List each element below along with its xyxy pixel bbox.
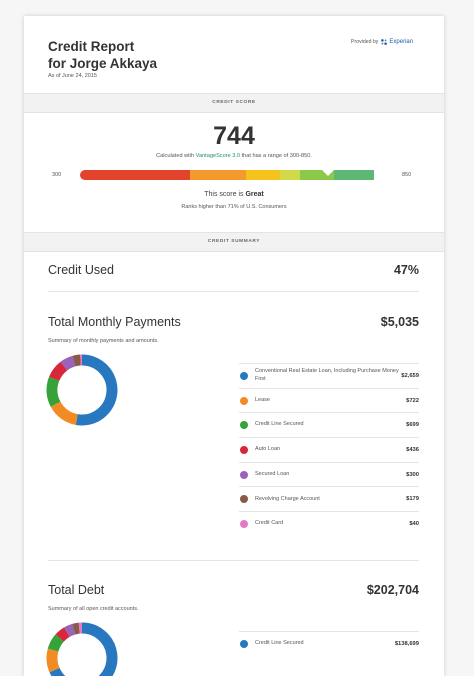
- legend-item-name: Credit Line Secured: [255, 640, 395, 648]
- total-debt-value: $202,704: [367, 583, 419, 597]
- divider: [48, 291, 419, 292]
- total-debt-subtitle: Summary of all open credit accounts.: [48, 606, 139, 612]
- legend-item-value: $179: [406, 496, 419, 502]
- legend-color-dot: [240, 520, 248, 528]
- legend-color-dot: [240, 421, 248, 429]
- donut-slice: [77, 360, 112, 420]
- legend-row: Credit Line Secured$138,699: [239, 631, 419, 656]
- credit-used-label: Credit Used: [48, 263, 114, 277]
- donut-slice: [56, 404, 77, 419]
- credit-summary-band: CREDIT SUMMARY: [24, 232, 444, 252]
- legend-item-name: Credit Line Secured: [255, 421, 406, 429]
- legend-item-value: $300: [406, 472, 419, 478]
- legend-row: Auto Loan$436: [239, 437, 419, 462]
- provided-by: Provided by Experian: [351, 38, 413, 46]
- score-bar-segment: [246, 170, 280, 180]
- experian-logo-icon: [380, 38, 388, 46]
- credit-score-band: CREDIT SCORE: [24, 93, 444, 113]
- donut-slice: [52, 379, 56, 404]
- monthly-payments-legend: Conventional Real Estate Loan, Including…: [239, 363, 419, 536]
- legend-color-dot: [240, 446, 248, 454]
- monthly-payments-label: Total Monthly Payments: [48, 315, 181, 329]
- legend-color-dot: [240, 372, 248, 380]
- monthly-payments-donut: [46, 354, 118, 426]
- legend-item-value: $2,659: [401, 373, 419, 379]
- divider: [48, 560, 419, 561]
- score-range-bar: [80, 170, 387, 180]
- credit-report-card: Credit Report for Jorge Akkaya As of Jun…: [24, 16, 444, 676]
- total-debt-legend: Credit Line Secured$138,699: [239, 631, 419, 656]
- score-bar-segment: [190, 170, 246, 180]
- legend-item-value: $722: [406, 398, 419, 404]
- donut-slice: [60, 632, 67, 638]
- vantagescore-link[interactable]: VantageScore 3.0: [196, 153, 240, 159]
- range-max-label: 850: [402, 172, 411, 178]
- score-rating-text: This score is Great: [24, 191, 444, 198]
- donut-slice: [54, 366, 64, 379]
- legend-row: Secured Loan$300: [239, 462, 419, 487]
- donut-slice: [67, 629, 74, 632]
- legend-item-name: Conventional Real Estate Loan, Including…: [255, 368, 401, 383]
- credit-used-value: 47%: [394, 263, 419, 277]
- legend-item-name: Lease: [255, 397, 406, 405]
- legend-item-name: Credit Card: [255, 520, 409, 528]
- donut-slice: [64, 361, 74, 366]
- legend-row: Revolving Charge Account$179: [239, 486, 419, 511]
- range-min-label: 300: [52, 172, 61, 178]
- total-debt-donut: [46, 622, 118, 676]
- credit-score-value: 744: [24, 122, 444, 151]
- total-debt-label: Total Debt: [48, 583, 104, 597]
- score-calculation-note: Calculated with VantageScore 3.0 that ha…: [24, 153, 444, 159]
- report-title: Credit Report for Jorge Akkaya: [48, 38, 157, 72]
- legend-item-name: Revolving Charge Account: [255, 496, 406, 504]
- legend-row: Credit Card$40: [239, 511, 419, 536]
- legend-color-dot: [240, 495, 248, 503]
- legend-row: Conventional Real Estate Loan, Including…: [239, 363, 419, 388]
- legend-item-value: $138,699: [395, 641, 419, 647]
- monthly-payments-value: $5,035: [381, 315, 419, 329]
- donut-slice: [74, 628, 79, 629]
- score-bar-segment: [280, 170, 300, 180]
- legend-color-dot: [240, 471, 248, 479]
- as-of-date: As of June 24, 2015: [48, 73, 97, 79]
- legend-color-dot: [240, 640, 248, 648]
- donut-slice: [53, 638, 60, 650]
- legend-item-value: $699: [406, 422, 419, 428]
- donut-slice: [74, 360, 81, 361]
- score-rank-text: Ranks higher than 71% of U.S. Consumers: [24, 204, 444, 210]
- legend-row: Credit Line Secured$699: [239, 412, 419, 437]
- legend-color-dot: [240, 397, 248, 405]
- legend-item-name: Secured Loan: [255, 471, 406, 479]
- donut-slice: [52, 650, 55, 670]
- monthly-payments-subtitle: Summary of monthly payments and amounts.: [48, 338, 159, 344]
- score-marker-icon: [322, 170, 334, 176]
- legend-item-name: Auto Loan: [255, 446, 406, 454]
- score-bar-segment: [80, 170, 190, 180]
- legend-item-value: $436: [406, 447, 419, 453]
- legend-item-value: $40: [409, 521, 419, 527]
- legend-row: Lease$722: [239, 388, 419, 413]
- experian-logo[interactable]: Experian: [380, 38, 413, 46]
- score-bar-segment: [334, 170, 374, 180]
- score-rating: Great: [245, 191, 263, 198]
